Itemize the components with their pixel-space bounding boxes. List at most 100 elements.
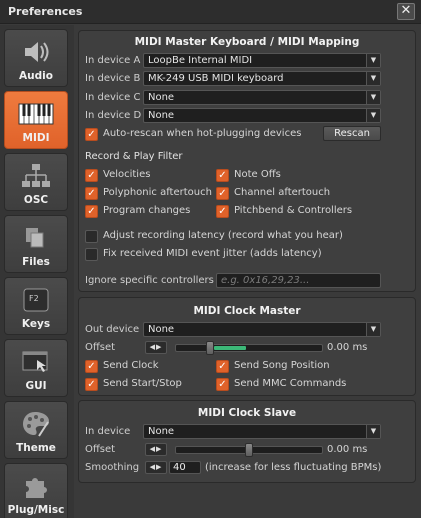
slave-offset-spinner[interactable]: ◀▶ — [145, 443, 167, 456]
device-c-value: None — [148, 92, 175, 103]
close-button[interactable]: ✕ — [397, 3, 415, 20]
check-icon: ✓ — [216, 360, 229, 373]
check-icon: ✓ — [216, 187, 229, 200]
device-a-select[interactable]: LoopBe Internal MIDI ▼ — [143, 53, 381, 68]
chevron-down-icon: ▼ — [366, 425, 380, 438]
gui-cursor-icon — [5, 346, 67, 378]
checkbox-box — [85, 230, 98, 243]
check-icon: ✓ — [85, 360, 98, 373]
chevron-down-icon: ▼ — [366, 72, 380, 85]
tab-midi[interactable]: MIDI — [4, 91, 68, 149]
chevron-down-icon: ▼ — [366, 54, 380, 67]
send-clock-label: Send Clock — [103, 360, 159, 371]
fix-jitter-label: Fix received MIDI event jitter (adds lat… — [103, 248, 322, 259]
filter-velocities-label: Velocities — [103, 169, 151, 180]
master-offset-knob[interactable] — [206, 341, 214, 355]
tab-keys-label: Keys — [21, 318, 51, 330]
check-icon: ✓ — [85, 128, 98, 141]
slave-offset-slider[interactable] — [175, 443, 323, 457]
title-bar: Preferences ✕ — [0, 0, 421, 24]
svg-text:F2: F2 — [29, 294, 39, 303]
checkbox-box — [85, 248, 98, 261]
ignore-controllers-input[interactable] — [217, 274, 380, 287]
master-keyboard-title: MIDI Master Keyboard / MIDI Mapping — [134, 36, 360, 48]
out-device-value: None — [148, 324, 175, 335]
tab-files[interactable]: Files — [4, 215, 68, 273]
midi-keyboard-icon — [5, 98, 67, 130]
f2-key-icon: F2 — [5, 284, 67, 316]
device-a-label: In device A — [85, 55, 141, 66]
master-keyboard-panel: MIDI Master Keyboard / MIDI Mapping In d… — [78, 30, 416, 292]
device-c-select[interactable]: None ▼ — [143, 90, 381, 105]
check-icon: ✓ — [85, 378, 98, 391]
device-d-select[interactable]: None ▼ — [143, 108, 381, 123]
device-b-value: MK-249 USB MIDI keyboard — [148, 73, 284, 84]
tab-files-label: Files — [22, 256, 50, 268]
smoothing-spinner[interactable]: ◀▶ — [145, 461, 167, 474]
tab-osc[interactable]: OSC — [4, 153, 68, 211]
clock-master-title: MIDI Clock Master — [193, 305, 301, 317]
send-start-stop-label: Send Start/Stop — [103, 378, 182, 389]
slave-in-device-select[interactable]: None ▼ — [143, 424, 381, 439]
ignore-controllers-field[interactable] — [216, 273, 381, 288]
tab-keys[interactable]: F2 Keys — [4, 277, 68, 335]
tab-gui-label: GUI — [25, 380, 47, 392]
network-icon — [5, 160, 67, 192]
device-c-label: In device C — [85, 92, 141, 103]
filter-note-offs-label: Note Offs — [234, 169, 281, 180]
tab-theme-label: Theme — [16, 442, 56, 454]
smoothing-field[interactable]: 40 — [169, 461, 201, 474]
master-offset-fill — [214, 346, 246, 350]
master-offset-spinner[interactable]: ◀▶ — [145, 341, 167, 354]
chevron-down-icon: ▼ — [366, 323, 380, 336]
filter-channel-aftertouch-label: Channel aftertouch — [234, 187, 331, 198]
slave-offset-value: 0.00 ms — [327, 444, 368, 455]
check-icon: ✓ — [85, 169, 98, 182]
tab-gui[interactable]: GUI — [4, 339, 68, 397]
filter-program-changes-label: Program changes — [103, 205, 191, 216]
filter-title: Record & Play Filter — [85, 151, 183, 162]
tab-plug-misc[interactable]: Plug/Misc — [4, 463, 68, 518]
window-title: Preferences — [8, 5, 83, 18]
device-d-value: None — [148, 110, 175, 121]
send-song-position-label: Send Song Position — [234, 360, 330, 371]
tab-audio-label: Audio — [19, 70, 53, 82]
check-icon: ✓ — [216, 169, 229, 182]
out-device-select[interactable]: None ▼ — [143, 322, 381, 337]
check-icon: ✓ — [85, 205, 98, 218]
tab-midi-label: MIDI — [22, 132, 50, 144]
files-icon — [5, 222, 67, 254]
filter-pitchbend-label: Pitchbend & Controllers — [234, 205, 353, 216]
puzzle-icon — [5, 470, 67, 502]
device-b-select[interactable]: MK-249 USB MIDI keyboard ▼ — [143, 71, 381, 86]
sidebar: Audio MIDI OSC Files F2 Keys GUI Theme P… — [0, 25, 74, 518]
check-icon: ✓ — [216, 205, 229, 218]
master-offset-slider[interactable] — [175, 341, 323, 355]
clock-master-panel: MIDI Clock Master Out device None ▼ Offs… — [78, 297, 416, 396]
send-mmc-label: Send MMC Commands — [234, 378, 347, 389]
adjust-latency-label: Adjust recording latency (record what yo… — [103, 230, 343, 241]
slave-offset-knob[interactable] — [245, 443, 253, 457]
master-offset-value: 0.00 ms — [327, 342, 368, 353]
clock-slave-title: MIDI Clock Slave — [197, 407, 297, 419]
tab-audio[interactable]: Audio — [4, 29, 68, 87]
chevron-down-icon: ▼ — [366, 91, 380, 104]
device-a-value: LoopBe Internal MIDI — [148, 55, 253, 66]
filter-poly-aftertouch-label: Polyphonic aftertouch — [103, 187, 212, 198]
ignore-controllers-label: Ignore specific controllers — [85, 275, 214, 286]
slave-offset-label: Offset — [85, 444, 116, 455]
smoothing-label: Smoothing — [85, 462, 140, 473]
slave-in-device-label: In device — [85, 426, 131, 437]
speaker-icon — [5, 36, 67, 68]
chevron-down-icon: ▼ — [366, 109, 380, 122]
smoothing-hint: (increase for less fluctuating BPMs) — [205, 462, 382, 473]
tab-theme[interactable]: Theme — [4, 401, 68, 459]
auto-rescan-label: Auto-rescan when hot-plugging devices — [103, 128, 302, 139]
rescan-button[interactable]: Rescan — [323, 126, 381, 141]
tab-osc-label: OSC — [23, 194, 49, 206]
palette-icon — [5, 408, 67, 440]
close-icon: ✕ — [400, 3, 412, 18]
master-offset-label: Offset — [85, 342, 116, 353]
device-d-label: In device D — [85, 110, 142, 121]
tab-plug-misc-label: Plug/Misc — [7, 504, 65, 516]
